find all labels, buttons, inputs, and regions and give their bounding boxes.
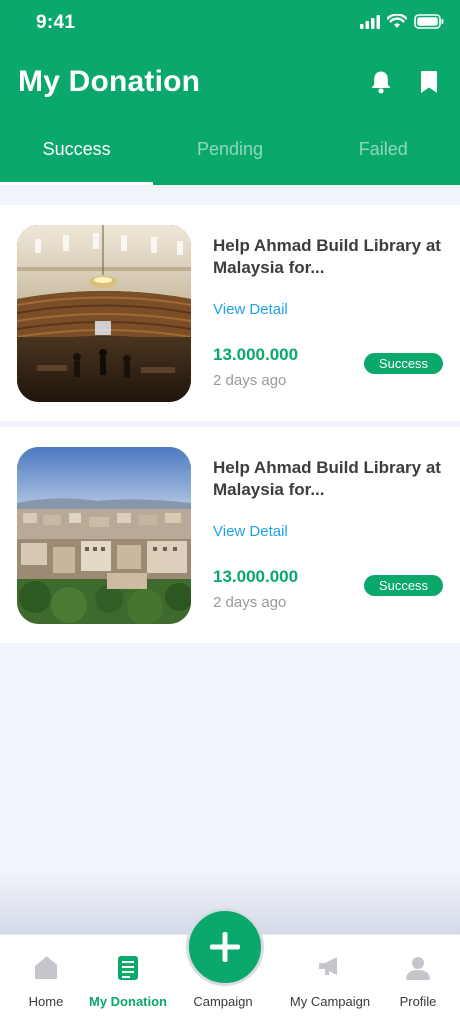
donation-amount: 13.000.000 — [213, 567, 299, 586]
megaphone-icon — [317, 955, 343, 977]
header: 9:41 My Donation Success Pending Failed — [0, 0, 460, 185]
nav-campaign-label: Campaign — [193, 994, 253, 1009]
donation-card[interactable]: Help Ahmad Build Library at Malaysia for… — [0, 205, 460, 421]
person-icon — [405, 955, 431, 981]
page-title: My Donation — [18, 65, 201, 98]
tab-success[interactable]: Success — [0, 122, 154, 185]
nav-home[interactable]: Home — [0, 935, 92, 1024]
home-icon — [33, 955, 59, 981]
city-aerial-photo — [17, 447, 191, 624]
header-actions — [370, 70, 438, 94]
donation-card[interactable]: Help Ahmad Build Library at Malaysia for… — [0, 427, 460, 643]
status-time: 9:41 — [36, 12, 76, 33]
donation-amount: 13.000.000 — [213, 345, 299, 364]
signal-icon — [360, 14, 380, 34]
title-row: My Donation — [18, 60, 438, 104]
nav-my-donation[interactable]: My Donation — [82, 935, 174, 1024]
nav-profile-label: Profile — [399, 994, 437, 1009]
battery-icon — [414, 14, 444, 34]
donation-time: 2 days ago — [213, 594, 287, 611]
status-icons — [360, 13, 444, 34]
donation-title: Help Ahmad Build Library at Malaysia for… — [213, 458, 441, 499]
donation-list: Help Ahmad Build Library at Malaysia for… — [0, 205, 460, 649]
plus-icon — [208, 930, 242, 964]
nav-profile[interactable]: Profile — [372, 935, 460, 1024]
status-tabs: Success Pending Failed — [0, 122, 460, 185]
document-icon — [117, 955, 139, 981]
view-detail-link[interactable]: View Detail — [213, 523, 288, 540]
nav-home-label: Home — [28, 994, 64, 1009]
bell-icon[interactable] — [370, 70, 392, 94]
wifi-icon — [386, 13, 408, 34]
status-badge: Success — [364, 575, 443, 596]
tab-failed[interactable]: Failed — [307, 122, 460, 185]
donation-time: 2 days ago — [213, 372, 287, 389]
nav-my-campaign[interactable]: My Campaign — [283, 935, 377, 1024]
library-interior-photo — [17, 225, 191, 402]
status-bar: 9:41 — [0, 0, 460, 48]
add-campaign-button[interactable] — [186, 908, 264, 986]
nav-my-donation-label: My Donation — [89, 994, 167, 1009]
status-badge: Success — [364, 353, 443, 374]
donation-title: Help Ahmad Build Library at Malaysia for… — [213, 236, 441, 277]
tab-pending[interactable]: Pending — [153, 122, 306, 185]
nav-my-campaign-label: My Campaign — [289, 994, 371, 1009]
view-detail-link[interactable]: View Detail — [213, 301, 288, 318]
bookmark-icon[interactable] — [420, 70, 438, 94]
